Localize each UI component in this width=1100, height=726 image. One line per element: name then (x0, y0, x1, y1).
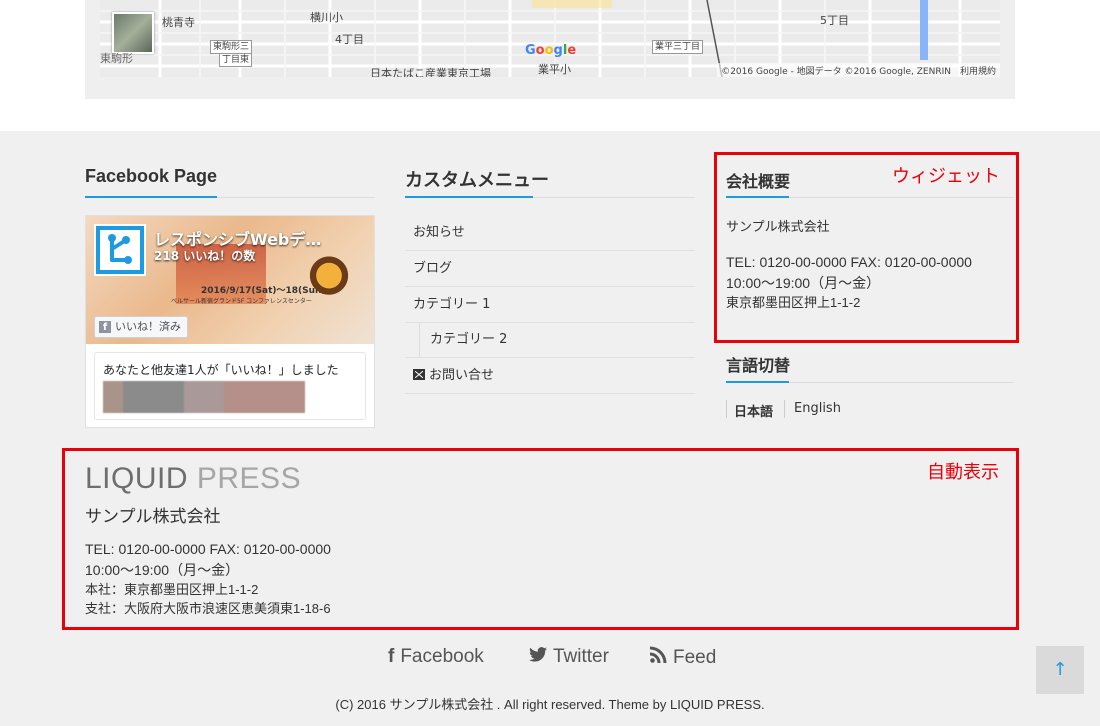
title-underline-accent (405, 196, 533, 198)
menu-item-category-2[interactable]: カテゴリー 2 (405, 322, 695, 358)
facebook-friends-box: あなたと他友達1人が「いいね！」しました (94, 352, 366, 420)
facebook-widget-title: Facebook Page (85, 166, 217, 190)
facebook-link[interactable]: f Facebook (388, 646, 484, 668)
cover-mascot (308, 256, 350, 312)
twitter-icon (529, 646, 547, 668)
map-label: 桃青寺 (162, 16, 195, 29)
map-label: 業平三丁目 (652, 40, 704, 54)
menu-item-label: ブログ (413, 261, 453, 276)
cover-event-venue: ベルサール新宿グランド5F コンファレンスセンター (171, 298, 312, 305)
map-label: 日本たばこ産業東京工場 (370, 67, 491, 77)
google-logo: Google (525, 43, 577, 58)
facebook-cover-image[interactable]: 2016/9/17(Sat)～18(Sun) ベルサール新宿グランド5F コンフ… (86, 216, 374, 344)
menu-item-label: カテゴリー 2 (430, 332, 508, 347)
facebook-page-plugin: 2016/9/17(Sat)～18(Sun) ベルサール新宿グランド5F コンフ… (85, 215, 375, 428)
menu-item-label: お知らせ (413, 225, 465, 240)
map-label: 5丁目 (820, 14, 849, 27)
custom-menu-title: カスタムメニュー (405, 166, 549, 190)
mail-icon (413, 369, 425, 380)
widget-title-text: Facebook Page (85, 166, 218, 186)
feed-link-label: Feed (673, 646, 717, 668)
google-map[interactable]: 桃青寺 横川小 東駒形三 丁目東 4丁目 東駒形 日本たばこ産業東京工場 業平小… (100, 0, 1000, 77)
language-ja-link[interactable]: 日本語 (734, 401, 773, 420)
map-copyright[interactable]: ©2016 Google - 地図データ ©2016 Google, ZENRI… (717, 63, 1000, 77)
widget-title-text: 言語切替 (726, 358, 791, 375)
facebook-page-avatar[interactable] (94, 224, 146, 276)
like-button-label: いいね！済み (115, 320, 181, 333)
map-label: 業平小 (538, 63, 571, 76)
map-label: 東駒形 (100, 52, 133, 65)
map-label: 4丁目 (335, 33, 364, 46)
menu-item-blog[interactable]: ブログ (405, 251, 695, 287)
menu-item-contact-wrap: お問い合せ (413, 358, 494, 393)
facebook-icon: f (99, 321, 111, 333)
friend-avatars[interactable] (103, 381, 305, 413)
copyright-text: (C) 2016 サンプル株式会社 . All right reserved. … (335, 697, 765, 712)
top-content-area: 桃青寺 横川小 東駒形三 丁目東 4丁目 東駒形 日本たばこ産業東京工場 業平小… (0, 0, 1100, 131)
liquid-logo-icon (100, 230, 140, 270)
arrow-up-icon: ↑ (1052, 659, 1068, 680)
menu-item-label: お問い合せ (429, 368, 495, 383)
page-top-button[interactable]: ↑ (1036, 646, 1084, 694)
friends-liked-text: あなたと他友達1人が「いいね！」しました (103, 363, 339, 377)
language-en-link[interactable]: English (794, 401, 841, 416)
auto-display-highlight-box (62, 448, 1019, 630)
widget-title-text: カスタムメニュー (405, 170, 549, 190)
facebook-link-label: Facebook (400, 646, 484, 667)
map-label: 丁目東 (219, 53, 253, 67)
cover-event-date: 2016/9/17(Sat)～18(Sun) (201, 286, 326, 296)
menu-item-contact[interactable]: お問い合せ (405, 358, 695, 394)
title-underline-accent (726, 381, 789, 383)
feed-link[interactable]: Feed (650, 646, 716, 669)
map-label: 東駒形三 (210, 40, 253, 54)
rss-icon (650, 646, 667, 669)
facebook-icon: f (388, 646, 395, 667)
menu-item-label: カテゴリー 1 (413, 297, 491, 312)
map-satellite-toggle[interactable] (112, 12, 154, 54)
twitter-link-label: Twitter (553, 646, 609, 667)
map-container: 桃青寺 横川小 東駒形三 丁目東 4丁目 東駒形 日本たばこ産業東京工場 業平小… (85, 0, 1015, 99)
twitter-link[interactable]: Twitter (529, 646, 609, 668)
facebook-likes-count: 218 いいね！の数 (154, 249, 256, 263)
widget-annotation-label: ウィジェット (892, 166, 1000, 187)
language-divider-left (726, 400, 727, 418)
menu-item-category-1[interactable]: カテゴリー 1 (405, 287, 695, 323)
language-divider (784, 400, 785, 418)
title-underline-accent (85, 196, 217, 198)
auto-display-annotation-label: 自動表示 (927, 462, 999, 483)
submenu-indent-bar (419, 322, 420, 357)
language-widget-title: 言語切替 (726, 352, 790, 376)
menu-item-news[interactable]: お知らせ (405, 215, 695, 251)
map-label: 横川小 (310, 11, 343, 24)
facebook-like-button[interactable]: f いいね！済み (94, 316, 188, 338)
